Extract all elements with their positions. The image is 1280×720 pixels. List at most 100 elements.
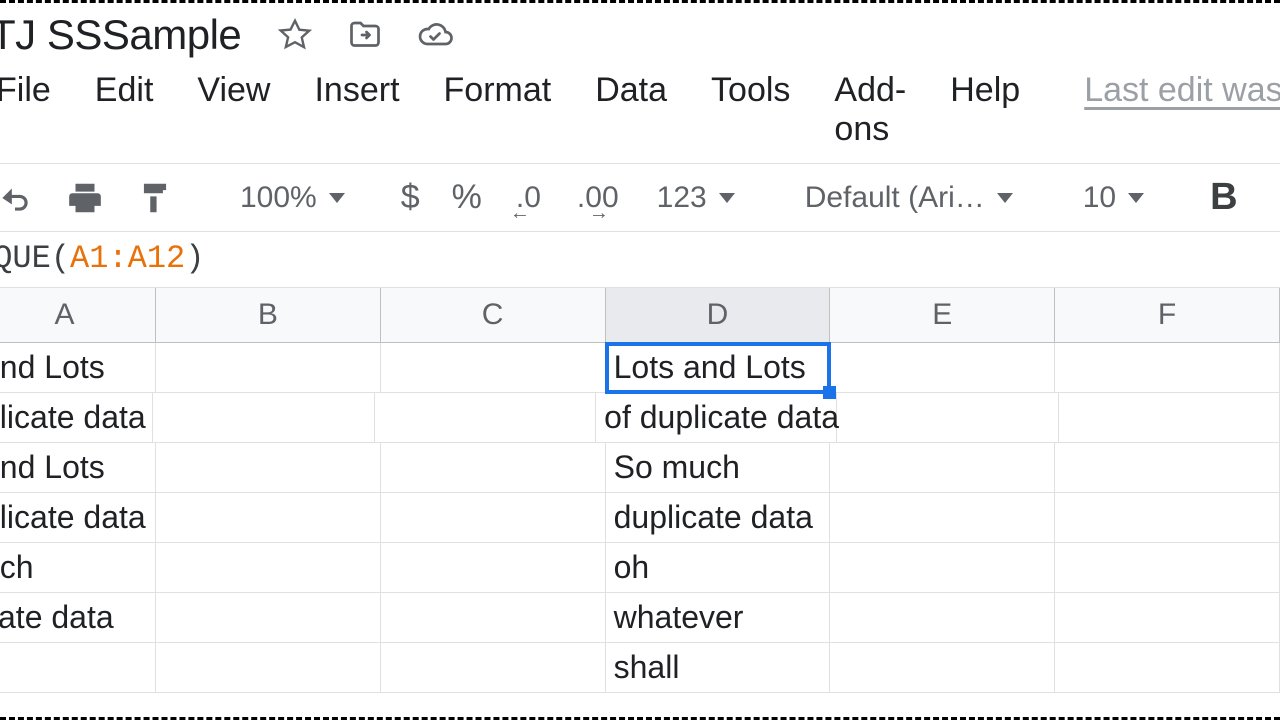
- table-row: shall: [0, 643, 1280, 693]
- cell-C7[interactable]: [381, 643, 606, 693]
- cell-D7[interactable]: shall: [606, 643, 831, 693]
- cell-B6[interactable]: [156, 593, 381, 643]
- cell-A1[interactable]: and Lots: [0, 343, 156, 393]
- menu-bar: File Edit View Insert Format Data Tools …: [0, 67, 1280, 163]
- chevron-down-icon: [1128, 193, 1144, 203]
- menu-help[interactable]: Help: [950, 71, 1020, 110]
- cell-D6[interactable]: whatever: [606, 593, 831, 643]
- menu-tools[interactable]: Tools: [711, 71, 790, 110]
- toolbar: 100% $ % .0← .00→ 123 Default (Ari… 10 B: [0, 164, 1280, 231]
- grid-body: and Lots Lots and Lots plicate data of dupl…: [0, 343, 1280, 693]
- undo-button[interactable]: [0, 179, 50, 217]
- cell-D1[interactable]: Lots and Lots: [606, 343, 831, 393]
- cell-B1[interactable]: [156, 343, 381, 393]
- cell-D4[interactable]: duplicate data: [606, 493, 831, 543]
- column-header-E[interactable]: E: [830, 288, 1055, 342]
- increase-decimal-button[interactable]: .00→: [559, 181, 637, 215]
- cell-F7[interactable]: [1055, 643, 1280, 693]
- bold-button[interactable]: B: [1194, 176, 1253, 219]
- cell-A7[interactable]: [0, 643, 156, 693]
- cell-A3[interactable]: and Lots: [0, 443, 156, 493]
- cell-B4[interactable]: [156, 493, 381, 543]
- cell-B7[interactable]: [156, 643, 381, 693]
- paint-format-button[interactable]: [120, 179, 190, 217]
- zoom-dropdown[interactable]: 100%: [220, 181, 365, 215]
- cell-E2[interactable]: [837, 393, 1058, 443]
- table-row: plicate data duplicate data: [0, 493, 1280, 543]
- cell-B3[interactable]: [156, 443, 381, 493]
- menu-data[interactable]: Data: [595, 71, 667, 110]
- cell-D2[interactable]: of duplicate data: [596, 393, 837, 443]
- cell-F5[interactable]: [1055, 543, 1280, 593]
- zoom-value: 100%: [240, 181, 317, 215]
- cell-F2[interactable]: [1059, 393, 1280, 443]
- menu-file[interactable]: File: [0, 71, 51, 110]
- number-format-dropdown[interactable]: 123: [637, 181, 755, 215]
- cell-C4[interactable]: [381, 493, 606, 543]
- cell-D3[interactable]: So much: [606, 443, 831, 493]
- chevron-down-icon: [997, 193, 1013, 203]
- chevron-down-icon: [329, 193, 345, 203]
- document-title[interactable]: TJ SSSample: [0, 11, 241, 59]
- font-dropdown[interactable]: Default (Ari…: [785, 181, 1033, 215]
- cell-C2[interactable]: [375, 393, 596, 443]
- font-size-value: 10: [1083, 181, 1116, 215]
- table-row: plicate data of duplicate data: [0, 393, 1280, 443]
- formula-prefix: IQUE(: [0, 240, 70, 277]
- cell-E7[interactable]: [830, 643, 1055, 693]
- cell-C5[interactable]: [381, 543, 606, 593]
- print-button[interactable]: [50, 179, 120, 217]
- table-row: and Lots Lots and Lots: [0, 343, 1280, 393]
- chevron-down-icon: [719, 193, 735, 203]
- title-icons: [277, 17, 453, 53]
- font-value: Default (Ari…: [805, 181, 985, 215]
- cell-A5[interactable]: uch: [0, 543, 156, 593]
- menu-format[interactable]: Format: [444, 71, 552, 110]
- formula-bar[interactable]: IQUE(A1:A12): [0, 231, 1280, 288]
- menu-addons[interactable]: Add-ons: [834, 71, 906, 149]
- cell-E5[interactable]: [830, 543, 1055, 593]
- number-format-value: 123: [657, 181, 707, 215]
- table-row: and Lots So much: [0, 443, 1280, 493]
- column-header-B[interactable]: B: [156, 288, 381, 342]
- star-icon[interactable]: [277, 17, 313, 53]
- decrease-decimal-button[interactable]: .0←: [498, 181, 559, 215]
- font-size-dropdown[interactable]: 10: [1063, 181, 1164, 215]
- cell-E3[interactable]: [830, 443, 1055, 493]
- column-header-D[interactable]: D: [606, 288, 831, 342]
- cell-B2[interactable]: [153, 393, 374, 443]
- table-row: uch oh: [0, 543, 1280, 593]
- menu-edit[interactable]: Edit: [95, 71, 154, 110]
- column-header-F[interactable]: F: [1055, 288, 1280, 342]
- cell-B5[interactable]: [156, 543, 381, 593]
- cell-E6[interactable]: [830, 593, 1055, 643]
- move-folder-icon[interactable]: [347, 17, 383, 53]
- cell-F1[interactable]: [1055, 343, 1280, 393]
- cell-C3[interactable]: [381, 443, 606, 493]
- column-header-C[interactable]: C: [381, 288, 606, 342]
- cell-E1[interactable]: [830, 343, 1055, 393]
- currency-button[interactable]: $: [385, 178, 436, 217]
- percent-button[interactable]: %: [436, 178, 498, 217]
- column-header-A[interactable]: A: [0, 288, 156, 342]
- cell-A6[interactable]: cate data: [0, 593, 156, 643]
- title-bar: TJ SSSample: [0, 3, 1280, 67]
- cell-C6[interactable]: [381, 593, 606, 643]
- cell-E4[interactable]: [830, 493, 1055, 543]
- last-edit-link[interactable]: Last edit was se: [1084, 71, 1280, 110]
- cell-F4[interactable]: [1055, 493, 1280, 543]
- cell-A4[interactable]: plicate data: [0, 493, 156, 543]
- formula-range-ref: A1:A12: [70, 240, 185, 277]
- cell-C1[interactable]: [381, 343, 606, 393]
- table-row: cate data whatever: [0, 593, 1280, 643]
- cell-F6[interactable]: [1055, 593, 1280, 643]
- formula-suffix: ): [185, 240, 204, 277]
- cloud-saved-icon[interactable]: [417, 17, 453, 53]
- cell-A2[interactable]: plicate data: [0, 393, 153, 443]
- cell-D5[interactable]: oh: [606, 543, 831, 593]
- menu-insert[interactable]: Insert: [314, 71, 399, 110]
- cell-F3[interactable]: [1055, 443, 1280, 493]
- menu-view[interactable]: View: [197, 71, 270, 110]
- selection-handle[interactable]: [823, 386, 836, 399]
- column-headers: A B C D E F: [0, 288, 1280, 343]
